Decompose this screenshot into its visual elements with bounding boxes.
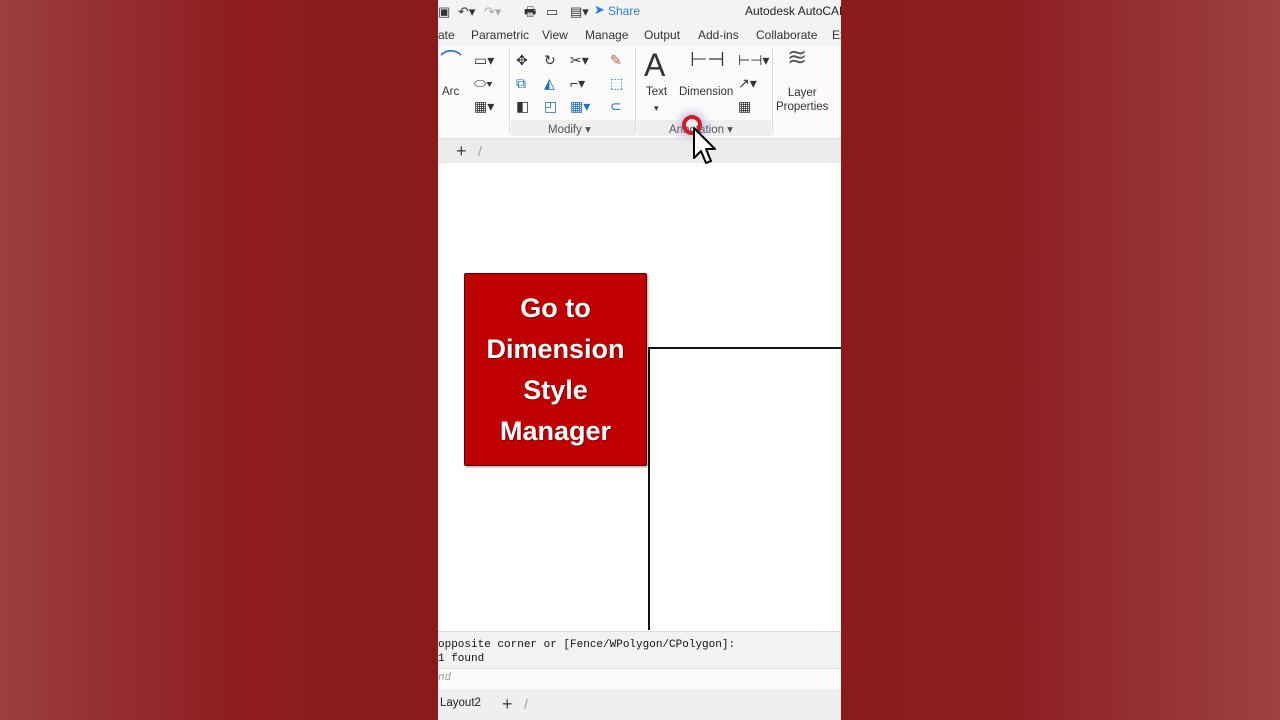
- mouse-cursor-icon: [693, 127, 716, 164]
- mirror-icon[interactable]: ◭: [544, 75, 555, 91]
- stretch-icon[interactable]: ◧: [516, 98, 529, 114]
- modify-panel-label[interactable]: Modify ▾: [548, 122, 591, 136]
- tab-divider: /: [524, 696, 528, 712]
- linear-dim-icon[interactable]: ⊢⊣▾: [738, 52, 769, 68]
- new-tab-plus-icon[interactable]: +: [456, 142, 467, 160]
- fillet-icon[interactable]: ⌐▾: [570, 75, 585, 91]
- erase-icon[interactable]: ✎: [610, 52, 622, 68]
- dimension-icon[interactable]: ⊢⊣: [690, 50, 725, 70]
- add-layout-plus-icon[interactable]: +: [502, 695, 513, 713]
- scale-icon[interactable]: ◰: [544, 98, 557, 114]
- explode-icon[interactable]: ⬚: [610, 75, 623, 91]
- text-icon[interactable]: A: [644, 48, 665, 82]
- command-history: opposite corner or [Fence/WPolygon/CPoly…: [438, 631, 841, 669]
- arc-icon[interactable]: ⌒: [440, 51, 462, 73]
- ellipse-icon[interactable]: ⬭▾: [474, 75, 493, 91]
- panel-separator: [509, 48, 510, 134]
- undo-icon[interactable]: ↶▾: [458, 4, 475, 20]
- callout-text: Go to Dimension Style Manager: [486, 292, 625, 446]
- hatch-icon[interactable]: ▦▾: [474, 98, 494, 114]
- rotate-icon[interactable]: ↻: [544, 52, 556, 68]
- tab-layout2[interactable]: Layout2: [440, 697, 481, 709]
- open-icon[interactable]: ▭: [546, 4, 558, 20]
- text-dropdown-icon[interactable]: ▾: [654, 100, 659, 116]
- tab-parametric[interactable]: Parametric: [471, 28, 529, 42]
- ribbon: ⌒ Arc ▭▾ ⬭▾ ▦▾ ✥ ↻ ✂▾ ✎ ⧉ ◭ ⌐▾ ⬚ ◧ ◰ ▦▾ …: [438, 46, 841, 139]
- autocad-window: ▣ ↶▾ ↷▾ 🖶 ▭ ▤▾ ➤ Share Autodesk AutoCAD …: [438, 0, 841, 720]
- rectangle-icon[interactable]: ▭▾: [474, 52, 494, 68]
- panel-separator: [635, 48, 636, 134]
- tab-add-ins[interactable]: Add-ins: [698, 28, 739, 42]
- command-input-placeholder: nd: [438, 672, 452, 684]
- panel-separator: [772, 48, 773, 134]
- tab-divider: /: [478, 143, 482, 159]
- table-icon[interactable]: ▦: [738, 98, 751, 114]
- background-left: [0, 0, 438, 720]
- layout-tabs: Layout2 + /: [438, 689, 841, 720]
- move-icon[interactable]: ✥: [516, 52, 528, 68]
- share-button[interactable]: Share: [608, 3, 640, 19]
- offset-icon[interactable]: ⊂: [610, 98, 622, 114]
- drawn-rectangle[interactable]: [648, 347, 841, 630]
- tab-collaborate[interactable]: Collaborate: [756, 28, 817, 42]
- arc-label: Arc: [442, 86, 460, 98]
- layer-properties-icon[interactable]: ≋: [787, 46, 807, 70]
- plot-icon[interactable]: 🖶: [524, 4, 536, 20]
- command-history-line: 1 found: [438, 653, 485, 665]
- redo-icon[interactable]: ↷▾: [484, 4, 501, 20]
- tab-view[interactable]: View: [542, 28, 568, 42]
- text-label: Text: [646, 86, 668, 98]
- instruction-callout: Go to Dimension Style Manager: [464, 273, 647, 466]
- array-icon[interactable]: ▦▾: [570, 98, 590, 114]
- tab-annotate[interactable]: ate: [438, 28, 455, 42]
- quick-access-toolbar: ▣ ↶▾ ↷▾ 🖶 ▭ ▤▾ ➤ Share Autodesk AutoCAD: [438, 0, 841, 24]
- drawing-canvas[interactable]: Go to Dimension Style Manager: [438, 163, 841, 631]
- tab-output[interactable]: Output: [644, 28, 680, 42]
- trim-icon[interactable]: ✂▾: [570, 52, 589, 68]
- share-icon[interactable]: ➤: [594, 2, 605, 18]
- command-history-line: opposite corner or [Fence/WPolygon/CPoly…: [438, 639, 736, 651]
- save-icon[interactable]: ▣: [438, 4, 450, 20]
- command-input[interactable]: nd: [438, 668, 841, 690]
- tab-express[interactable]: Ex: [832, 28, 841, 42]
- window-title: Autodesk AutoCAD: [745, 4, 841, 18]
- copy-icon[interactable]: ⧉: [516, 75, 526, 91]
- leader-icon[interactable]: ↗▾: [738, 75, 757, 91]
- dimension-label: Dimension: [679, 86, 734, 98]
- properties-icon[interactable]: ▤▾: [570, 4, 589, 20]
- tab-manage[interactable]: Manage: [585, 28, 628, 42]
- document-tabs: + /: [438, 139, 841, 163]
- background-right: [841, 0, 1280, 720]
- layer-properties-label: Layer Properties: [776, 87, 829, 113]
- ribbon-tabs: ate Parametric View Manage Output Add-in…: [438, 24, 841, 46]
